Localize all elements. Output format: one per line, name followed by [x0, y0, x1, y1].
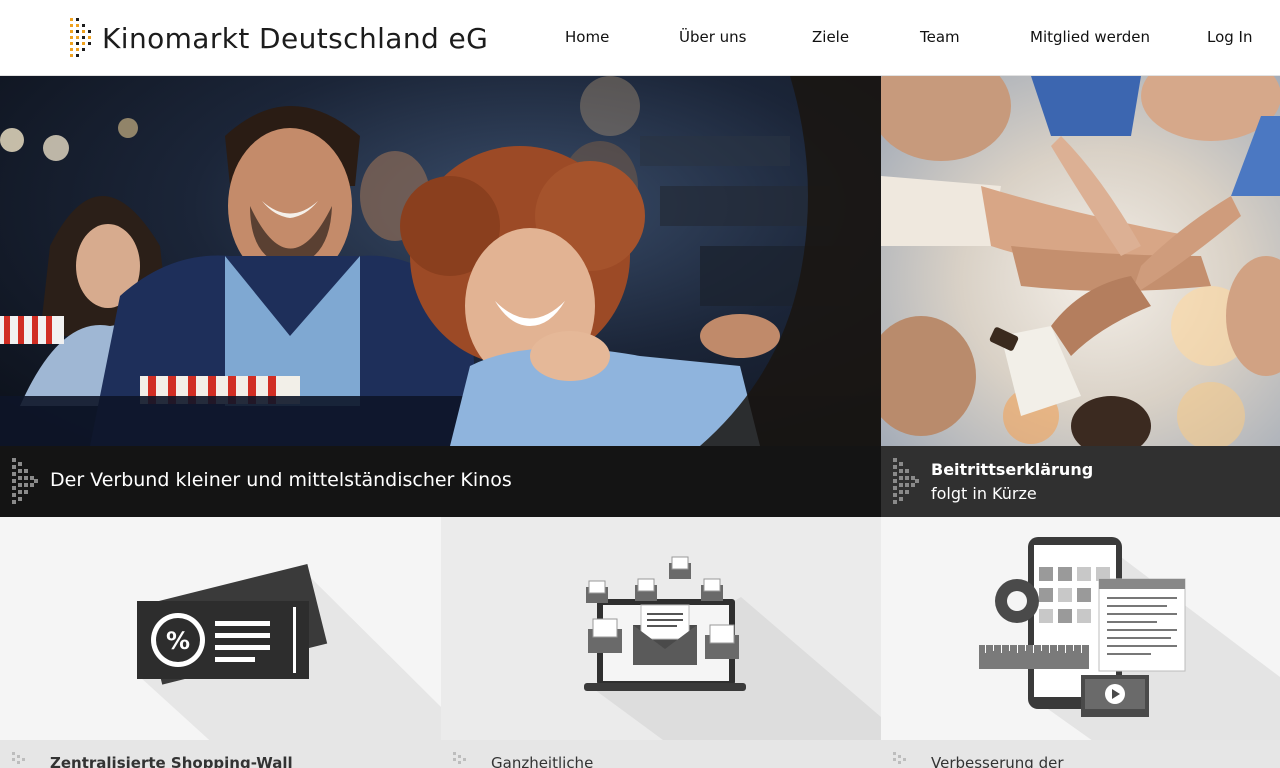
- chevron-dots-icon: [453, 752, 466, 764]
- nav-mitglied-werden[interactable]: Mitglied werden: [1030, 28, 1150, 46]
- tile-label-bar: Verbesserung der: [881, 740, 1280, 768]
- brand-logo[interactable]: Kinomarkt Deutschland eG: [68, 16, 488, 60]
- cinema-audience-illustration: [0, 76, 881, 446]
- tile-newsletter-label: Ganzheitliche: [491, 754, 594, 768]
- nav-home[interactable]: Home: [565, 28, 609, 46]
- tile-shopping-label: Zentralisierte Shopping-Wall: [50, 754, 293, 768]
- feature-tile-shopping[interactable]: % Zentralisierte Shopping-Wall: [0, 517, 441, 768]
- logo-arrow-icon: [70, 18, 91, 57]
- feature-tile-app[interactable]: Verbesserung der: [881, 517, 1280, 768]
- tile-app-label: Verbesserung der: [931, 754, 1064, 768]
- hero-teamwork-image[interactable]: [881, 76, 1280, 446]
- membership-title: Beitrittserklärung: [931, 460, 1094, 479]
- site-header: Kinomarkt Deutschland eG Home Über uns Z…: [0, 0, 1280, 76]
- svg-text:%: %: [166, 627, 190, 655]
- nav-log-in[interactable]: Log In: [1207, 28, 1253, 46]
- mobile-app-icon: [979, 537, 1280, 768]
- newsletter-laptop-icon: [584, 556, 881, 768]
- chevron-dots-icon: [893, 458, 919, 504]
- nav-ziele[interactable]: Ziele: [812, 28, 849, 46]
- membership-subtitle: folgt in Kürze: [931, 484, 1037, 503]
- ticket-percent-icon: %: [137, 563, 441, 768]
- hero-caption-side[interactable]: Beitrittserklärung folgt in Kürze: [881, 446, 1280, 517]
- tile-label-bar: Zentralisierte Shopping-Wall: [0, 740, 441, 768]
- nav-team[interactable]: Team: [920, 28, 960, 46]
- hero-caption-main-text: Der Verbund kleiner und mittelständische…: [50, 469, 512, 491]
- chevron-dots-icon: [12, 458, 38, 504]
- chevron-dots-icon: [12, 752, 25, 764]
- hero-caption-main[interactable]: Der Verbund kleiner und mittelständische…: [0, 446, 881, 517]
- feature-tile-newsletter[interactable]: Ganzheitliche: [441, 517, 881, 768]
- brand-name: Kinomarkt Deutschland eG: [102, 21, 489, 55]
- tile-label-bar: Ganzheitliche: [441, 740, 881, 768]
- hero-cinema-image[interactable]: [0, 76, 881, 446]
- nav-ueber-uns[interactable]: Über uns: [679, 28, 747, 46]
- chevron-dots-icon: [893, 752, 906, 764]
- hands-together-illustration: [881, 76, 1280, 446]
